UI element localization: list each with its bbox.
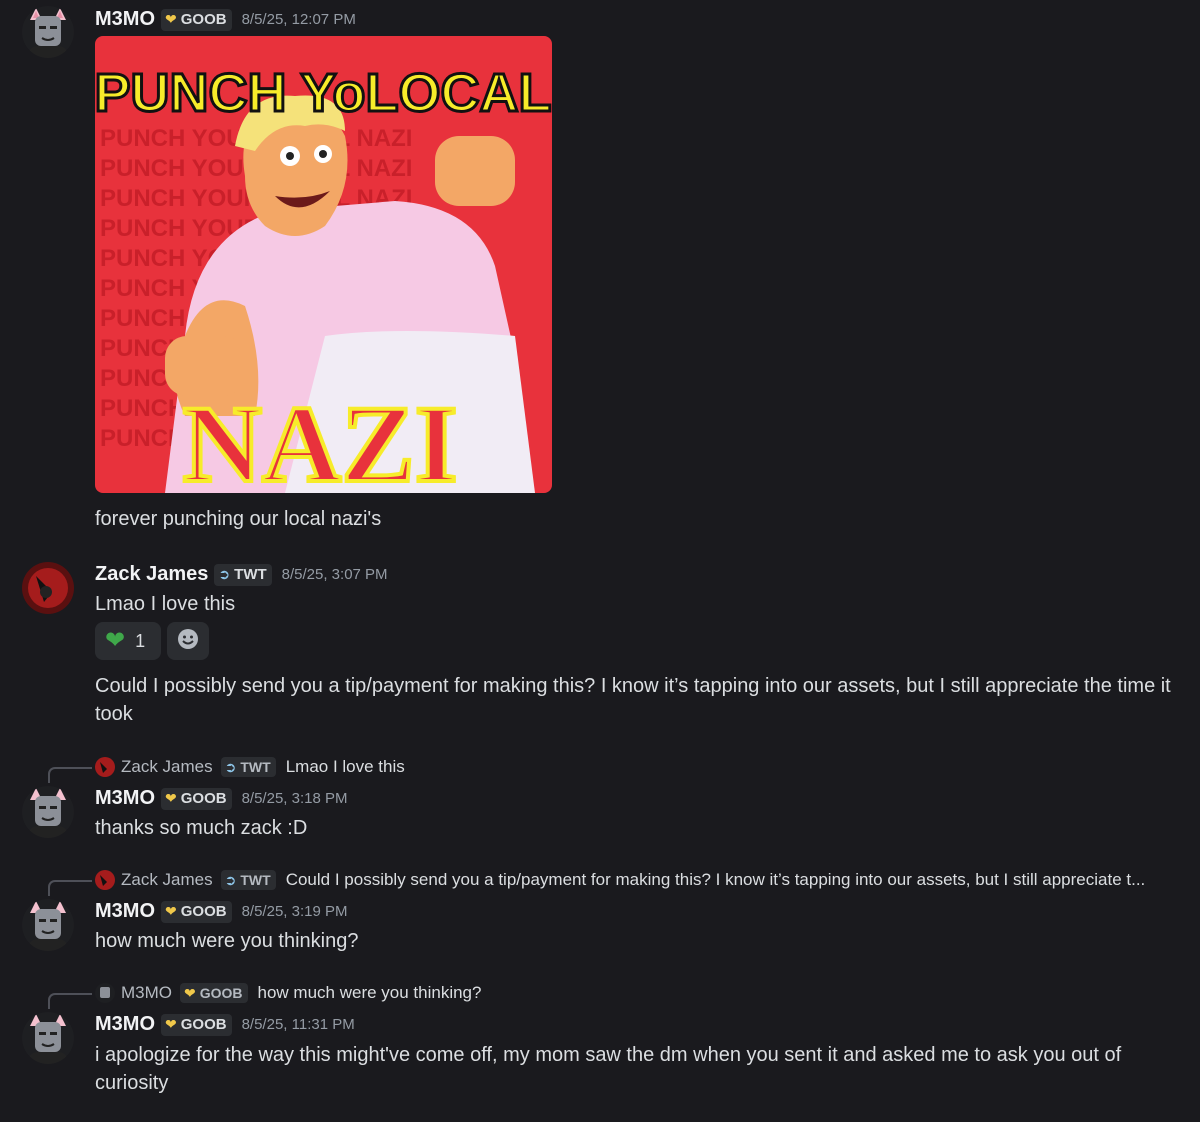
message-text: how much were you thinking? [95, 930, 359, 952]
reply-text: Lmao I love this [285, 757, 405, 776]
message-text: thanks so much zack :D [95, 817, 308, 839]
reaction-count: 1 [135, 630, 146, 651]
avatar [95, 870, 115, 890]
timestamp[interactable]: 8/5/25, 3:07 PM [282, 566, 388, 583]
feather-icon: ➲ [224, 871, 237, 888]
image-title-text: PUNCH YoLOCAL [95, 63, 552, 123]
guild-tag[interactable]: ❤ GOOB [161, 1013, 232, 1036]
avatar [95, 983, 115, 1003]
image-attachment[interactable]: PUNCH YOUR LOCAL NAZI PUNCH YOUR LOCAL N… [95, 36, 552, 493]
yellow-heart-icon: ❤ [165, 790, 177, 806]
reply-spine [48, 767, 92, 783]
guild-tag: ❤ GOOB [180, 983, 248, 1003]
reaction-button[interactable]: ❤ 1 [95, 622, 161, 660]
avatar[interactable] [22, 562, 74, 614]
add-reaction-button[interactable] [167, 622, 209, 660]
username[interactable]: M3MO [95, 8, 155, 31]
username[interactable]: M3MO [95, 900, 155, 923]
username[interactable]: M3MO [95, 787, 155, 810]
yellow-heart-icon: ❤ [165, 903, 177, 919]
message-text: forever punching our local nazi's [95, 508, 382, 530]
reply-spine [48, 880, 92, 896]
reply-author[interactable]: Zack James [121, 870, 213, 890]
reply-author[interactable]: Zack James [121, 757, 213, 777]
smiley-icon [176, 627, 200, 656]
timestamp[interactable]: 8/5/25, 11:31 PM [242, 1016, 355, 1033]
green-heart-icon: ❤ [105, 627, 126, 654]
feather-icon: ➲ [224, 758, 237, 775]
reply-reference[interactable]: Zack James ➲ TWT Lmao I love this [95, 757, 405, 777]
reply-reference[interactable]: Zack James ➲ TWT Could I possibly send yo… [95, 870, 1145, 890]
avatar[interactable] [22, 786, 74, 838]
guild-tag[interactable]: ❤ GOOB [161, 8, 232, 31]
avatar[interactable] [22, 1012, 74, 1064]
message-text: i apologize for the way this might've co… [95, 1044, 1122, 1094]
avatar[interactable] [22, 6, 74, 58]
timestamp[interactable]: 8/5/25, 3:18 PM [242, 790, 348, 807]
feather-icon: ➲ [218, 566, 231, 582]
yellow-heart-icon: ❤ [165, 1016, 177, 1032]
message-text: Could I possibly send you a tip/payment … [95, 675, 1171, 725]
reply-reference[interactable]: M3MO ❤ GOOB how much were you thinking? [95, 983, 481, 1003]
guild-tag[interactable]: ❤ GOOB [161, 787, 232, 810]
username[interactable]: M3MO [95, 1013, 155, 1036]
guild-tag: ➲ TWT [220, 870, 276, 890]
timestamp[interactable]: 8/5/25, 3:19 PM [242, 903, 348, 920]
reply-text: Could I possibly send you a tip/payment … [285, 870, 1146, 889]
guild-tag[interactable]: ➲ TWT [214, 563, 272, 586]
guild-tag: ➲ TWT [220, 757, 276, 777]
reply-author[interactable]: M3MO [121, 983, 172, 1003]
yellow-heart-icon: ❤ [165, 11, 177, 27]
reply-spine [48, 993, 92, 1009]
yellow-heart-icon: ❤ [184, 984, 196, 1001]
avatar [95, 757, 115, 777]
username[interactable]: Zack James [95, 563, 208, 586]
guild-tag[interactable]: ❤ GOOB [161, 900, 232, 923]
reply-text: how much were you thinking? [257, 983, 482, 1002]
image-bottom-text: NAZI [182, 383, 457, 493]
message-text: Lmao I love this [95, 593, 236, 615]
timestamp[interactable]: 8/5/25, 12:07 PM [242, 11, 356, 28]
avatar[interactable] [22, 899, 74, 951]
